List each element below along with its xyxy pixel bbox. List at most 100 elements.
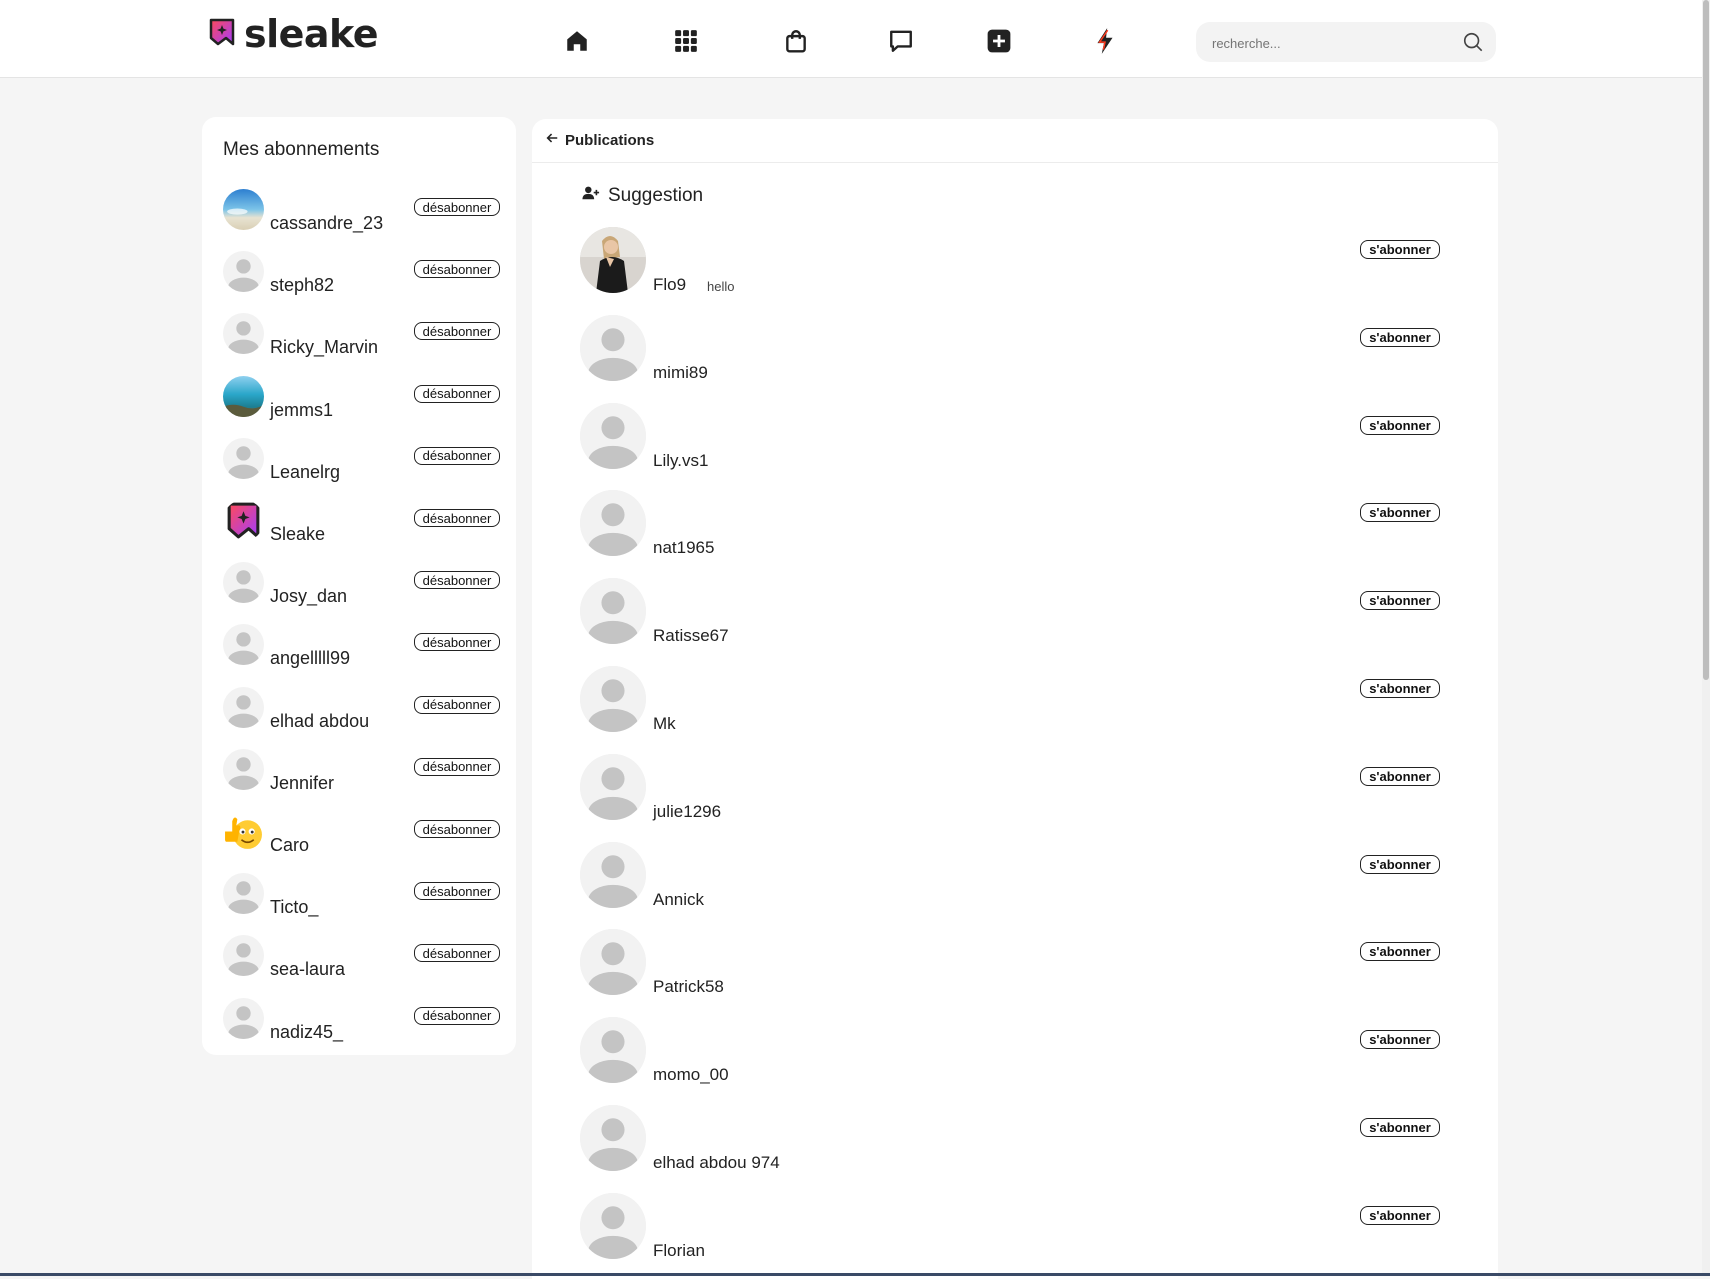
subscribe-button[interactable]: s'abonner (1360, 591, 1440, 611)
unsubscribe-button[interactable]: désabonner (414, 757, 500, 776)
unsubscribe-button[interactable]: désabonner (414, 322, 500, 341)
avatar[interactable] (223, 686, 264, 728)
avatar[interactable] (223, 500, 264, 541)
avatar[interactable] (580, 753, 646, 820)
unsubscribe-button[interactable]: désabonner (414, 820, 500, 838)
subscription-item[interactable]: nadiz45_ désabonner (202, 997, 516, 1060)
unsubscribe-button[interactable]: désabonner (414, 509, 500, 527)
avatar[interactable] (580, 841, 646, 908)
page-scrollbar[interactable] (1702, 0, 1710, 1276)
add-post-icon[interactable] (982, 24, 1016, 58)
avatar[interactable] (223, 562, 264, 604)
subscribe-button[interactable]: s'abonner (1360, 415, 1440, 435)
subscription-item[interactable]: Ricky_Marvin désabonner (202, 313, 516, 375)
subscription-item[interactable]: sea-laura désabonner (202, 935, 516, 997)
subscription-username[interactable]: Sleake (270, 524, 325, 545)
subscribe-button[interactable]: s'abonner (1360, 1030, 1440, 1050)
subscription-item[interactable]: Sleake désabonner (202, 500, 516, 562)
avatar[interactable] (580, 402, 646, 469)
avatar[interactable] (580, 929, 646, 996)
suggestion-username[interactable]: Florian (653, 1241, 705, 1261)
suggestion-username[interactable]: Annick (653, 890, 704, 910)
avatar[interactable] (223, 997, 264, 1039)
subscribe-button[interactable]: s'abonner (1360, 854, 1440, 874)
unsubscribe-button[interactable]: désabonner (414, 260, 500, 279)
subscription-username[interactable]: Caro (270, 835, 309, 856)
logo[interactable]: sleake (208, 10, 379, 58)
subscription-username[interactable]: steph82 (270, 275, 334, 296)
subscribe-button[interactable]: s'abonner (1360, 1205, 1440, 1225)
avatar[interactable] (223, 811, 264, 852)
subscription-item[interactable]: Caro désabonner (202, 811, 516, 873)
unsubscribe-button[interactable]: désabonner (414, 446, 500, 465)
suggestion-username[interactable]: Lily.vs1 (653, 451, 708, 471)
avatar[interactable] (580, 1105, 646, 1171)
avatar[interactable] (580, 666, 646, 732)
unsubscribe-button[interactable]: désabonner (414, 695, 500, 714)
subscription-username[interactable]: angelllll99 (270, 648, 350, 669)
subscription-username[interactable]: elhad abdou (270, 711, 369, 732)
subscription-item[interactable]: elhad abdou désabonner (202, 686, 516, 749)
subscription-username[interactable]: jemms1 (270, 400, 333, 421)
unsubscribe-button[interactable]: désabonner (414, 633, 500, 652)
back-to-publications-link[interactable]: Publications (545, 131, 654, 149)
avatar[interactable] (223, 189, 264, 230)
subscribe-button[interactable]: s'abonner (1360, 679, 1440, 698)
suggestion-username[interactable]: Flo9 (653, 275, 686, 295)
unsubscribe-button[interactable]: désabonner (414, 944, 500, 963)
subscription-item[interactable]: angelllll99 désabonner (202, 624, 516, 686)
subscription-username[interactable]: Leanelrg (270, 462, 340, 483)
subscription-item[interactable]: jemms1 désabonner (202, 375, 516, 438)
flash-icon[interactable] (1088, 24, 1122, 58)
avatar[interactable] (223, 251, 264, 293)
subscribe-button[interactable]: s'abonner (1360, 942, 1440, 962)
suggestion-username[interactable]: julie1296 (653, 802, 721, 822)
avatar[interactable] (580, 578, 646, 645)
suggestion-username[interactable]: momo_00 (653, 1065, 729, 1085)
unsubscribe-button[interactable]: désabonner (414, 198, 500, 216)
avatar[interactable] (223, 624, 264, 666)
unsubscribe-button[interactable]: désabonner (414, 882, 500, 901)
search-icon[interactable] (1462, 31, 1484, 53)
subscription-item[interactable]: Ticto_ désabonner (202, 873, 516, 935)
subscribe-button[interactable]: s'abonner (1360, 327, 1440, 347)
subscription-username[interactable]: nadiz45_ (270, 1022, 343, 1043)
subscription-username[interactable]: Ticto_ (270, 897, 318, 918)
avatar[interactable] (580, 490, 646, 557)
subscribe-button[interactable]: s'abonner (1360, 503, 1440, 523)
avatar[interactable] (580, 227, 646, 293)
avatar[interactable] (580, 1017, 646, 1084)
subscribe-button[interactable]: s'abonner (1360, 1118, 1440, 1137)
scrollbar-thumb[interactable] (1703, 0, 1709, 680)
suggestion-username[interactable]: Mk (653, 714, 676, 734)
suggestion-username[interactable]: Patrick58 (653, 977, 724, 997)
avatar[interactable] (223, 437, 264, 479)
avatar[interactable] (580, 1192, 646, 1259)
shopping-bag-icon[interactable] (779, 24, 813, 58)
unsubscribe-button[interactable]: désabonner (414, 1006, 500, 1025)
subscription-username[interactable]: cassandre_23 (270, 213, 383, 234)
subscribe-button[interactable]: s'abonner (1360, 240, 1440, 259)
subscription-item[interactable]: Jennifer désabonner (202, 748, 516, 811)
message-icon[interactable] (884, 24, 918, 58)
subscribe-button[interactable]: s'abonner (1360, 766, 1440, 786)
subscription-item[interactable]: steph82 désabonner (202, 251, 516, 313)
unsubscribe-button[interactable]: désabonner (414, 571, 500, 590)
avatar[interactable] (223, 935, 264, 977)
grid-icon[interactable] (669, 24, 703, 58)
home-icon[interactable] (560, 24, 594, 58)
unsubscribe-button[interactable]: désabonner (414, 384, 500, 403)
search-input[interactable] (1210, 22, 1454, 64)
subscription-item[interactable]: Leanelrg désabonner (202, 437, 516, 500)
avatar[interactable] (223, 375, 264, 417)
avatar[interactable] (223, 313, 264, 355)
avatar[interactable] (223, 748, 264, 790)
subscription-username[interactable]: Josy_dan (270, 586, 347, 607)
subscription-item[interactable]: cassandre_23 désabonner (202, 189, 516, 251)
suggestion-username[interactable]: elhad abdou 974 (653, 1153, 780, 1173)
avatar[interactable] (580, 314, 646, 381)
subscription-username[interactable]: Ricky_Marvin (270, 337, 378, 358)
subscription-username[interactable]: Jennifer (270, 773, 334, 794)
suggestion-username[interactable]: Ratisse67 (653, 626, 729, 646)
suggestion-username[interactable]: mimi89 (653, 363, 708, 383)
